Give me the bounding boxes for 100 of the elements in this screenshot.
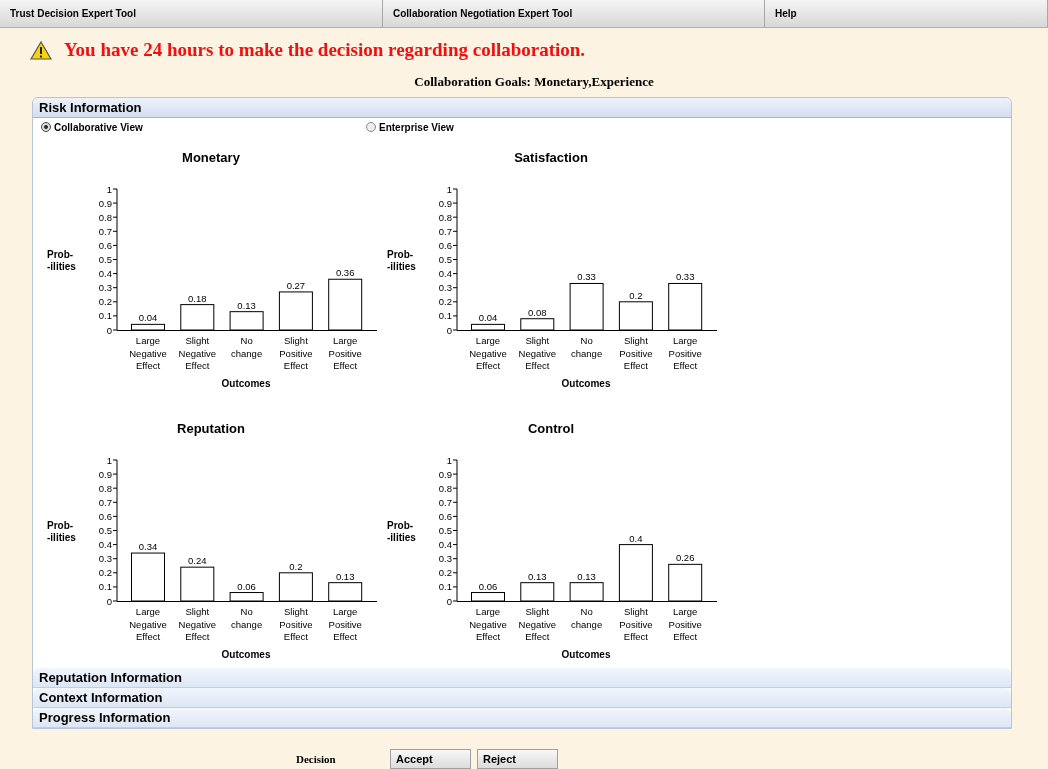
- radio-option[interactable]: Enterprise View: [366, 119, 454, 135]
- bar: [471, 323, 505, 331]
- axis-label: Prob- -ilities: [387, 520, 416, 543]
- bar: [520, 318, 555, 331]
- value-label: 0.2: [289, 560, 303, 572]
- category-label: Large Positive Effect: [668, 606, 702, 642]
- tick-label: 0.1: [438, 581, 452, 593]
- category-label: Slight Negative Effect: [178, 335, 217, 371]
- bar: [668, 563, 703, 602]
- value-label: 0.04: [138, 312, 158, 324]
- chart-title: Monetary: [182, 150, 240, 165]
- value-label: 0.04: [478, 312, 498, 324]
- tick-label: 1: [106, 183, 112, 195]
- decision-button[interactable]: Reject: [477, 749, 558, 769]
- tick-label: 0.1: [98, 310, 112, 322]
- axis-label: Outcomes: [561, 378, 611, 389]
- bar: [278, 572, 313, 602]
- tick-label: 0.3: [438, 282, 452, 294]
- decision-button[interactable]: Accept: [390, 749, 471, 769]
- tick-label: 0.5: [98, 254, 112, 265]
- value-label: 0.13: [237, 299, 256, 311]
- tick-label: 0.6: [438, 510, 452, 522]
- category-label: Large Negative Effect: [469, 335, 507, 371]
- tick-label: 0.2: [438, 567, 452, 579]
- radio-button[interactable]: [366, 122, 376, 132]
- chart-title: Control: [527, 421, 575, 436]
- value-label: 0.08: [528, 306, 547, 318]
- value-label: 0.18: [188, 292, 207, 304]
- tick-label: 0.5: [438, 525, 452, 536]
- bar: [131, 323, 165, 331]
- tick-label: 0: [446, 595, 452, 607]
- value-label: 0.36: [335, 267, 355, 279]
- tick-label: 0.4: [98, 268, 112, 280]
- section-header[interactable]: Reputation Information: [33, 668, 1011, 688]
- tick-label: 1: [106, 454, 112, 466]
- tick-label: 0.9: [98, 197, 112, 209]
- axis-label: Prob- -ilities: [387, 249, 416, 272]
- category-label: No change: [571, 335, 603, 359]
- axis-label: Outcomes: [221, 378, 271, 389]
- bar: [569, 582, 604, 602]
- category-label: Large Negative Effect: [129, 335, 167, 371]
- tick-label: 1: [446, 454, 452, 466]
- tick-label: 0.4: [438, 268, 452, 280]
- tick-label: 0.5: [438, 254, 452, 265]
- tick-label: 0.8: [438, 211, 452, 223]
- collaboration-goals: Collaboration Goals: Monetary,Experience: [414, 73, 654, 91]
- tick-label: 0.1: [98, 581, 112, 593]
- bar: [229, 311, 264, 331]
- chart-title: Satisfaction: [514, 150, 588, 165]
- decision-label: Decision: [296, 752, 337, 767]
- tick-label: 0.9: [98, 468, 112, 480]
- tick-label: 0.3: [98, 282, 112, 294]
- tick-label: 0.6: [438, 239, 452, 251]
- value-label: 0.33: [675, 271, 695, 283]
- value-label: 0.4: [629, 532, 643, 544]
- tick-label: 0.7: [98, 496, 112, 508]
- tick-label: 0.7: [438, 496, 452, 508]
- bar: [131, 552, 165, 602]
- tick-label: 0.8: [98, 482, 112, 494]
- chart-title: Reputation: [177, 421, 245, 436]
- category-label: Slight Negative Effect: [518, 335, 557, 371]
- tick-label: 0.1: [438, 310, 452, 322]
- category-label: No change: [231, 606, 263, 630]
- radio-button[interactable]: [41, 122, 51, 132]
- category-label: Slight Positive Effect: [619, 335, 653, 371]
- value-label: 0.34: [138, 541, 158, 553]
- category-label: Large Positive Effect: [328, 606, 362, 642]
- section-header[interactable]: Context Information: [33, 688, 1011, 708]
- section-header[interactable]: Progress Information: [33, 708, 1011, 728]
- tick-label: 0.4: [98, 539, 112, 551]
- category-label: No change: [571, 606, 603, 630]
- category-label: Slight Negative Effect: [178, 606, 217, 642]
- tick-label: 0.7: [438, 225, 452, 237]
- warning-message: You have 24 hours to make the decision regarding collaboration.: [64, 37, 586, 62]
- radio-option[interactable]: Collaborative View: [41, 119, 366, 135]
- value-label: 0.27: [286, 279, 306, 291]
- tick-label: 0.8: [438, 482, 452, 494]
- tick-label: 0: [106, 324, 112, 336]
- menu-item[interactable]: Collaboration Negotiation Expert Tool: [383, 0, 765, 27]
- tick-label: 0.7: [98, 225, 112, 237]
- category-label: Large Positive Effect: [668, 335, 702, 371]
- tick-label: 0.9: [438, 468, 452, 480]
- bar: [328, 582, 363, 602]
- category-label: No change: [231, 335, 263, 359]
- value-label: 0.13: [335, 570, 355, 582]
- bar: [278, 291, 313, 331]
- tick-label: 0.3: [98, 553, 112, 565]
- menu-item[interactable]: Help: [765, 0, 1048, 27]
- category-label: Slight Negative Effect: [518, 606, 557, 642]
- section-header[interactable]: Risk Information: [33, 98, 1011, 118]
- tick-label: 0.2: [98, 567, 112, 579]
- axis-label: Outcomes: [561, 649, 611, 660]
- tick-label: 1: [446, 183, 452, 195]
- value-label: 0.13: [528, 570, 547, 582]
- tick-label: 0.6: [98, 510, 112, 522]
- menu-item[interactable]: Trust Decision Expert Tool: [0, 0, 383, 27]
- bar: [569, 282, 604, 331]
- warning-icon: [30, 40, 52, 60]
- bar: [328, 278, 363, 331]
- bar: [180, 304, 215, 331]
